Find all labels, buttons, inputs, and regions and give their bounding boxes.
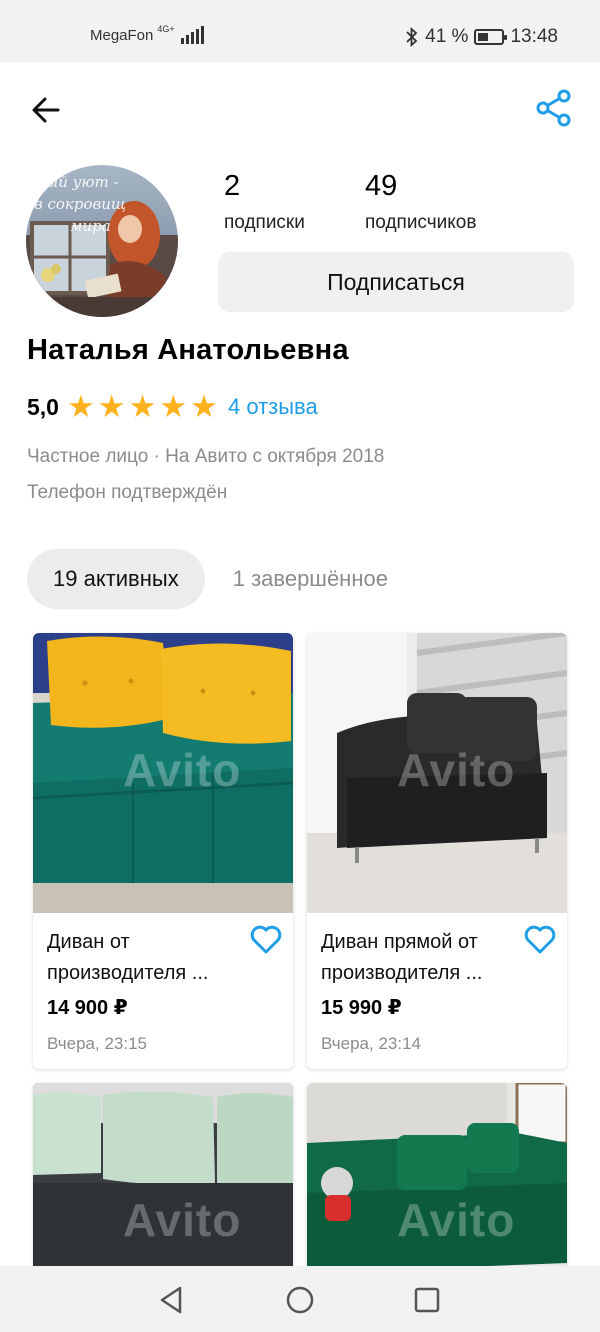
- system-status: 41 % 13:48: [405, 26, 558, 48]
- listing-photo: Avito: [307, 633, 567, 913]
- listing-info: Диван от производителя ... 14 900 ₽ Вчер…: [33, 913, 293, 1069]
- battery-icon: [474, 29, 508, 45]
- square-recents-icon: [414, 1287, 440, 1313]
- bluetooth-icon: [406, 27, 418, 47]
- share-button[interactable]: [534, 88, 574, 128]
- star-icon: ★: [66, 389, 95, 424]
- listing-card[interactable]: Avito Диван прямой от производителя ... …: [307, 633, 567, 1069]
- top-toolbar: [0, 62, 600, 156]
- favorite-button[interactable]: [523, 923, 557, 957]
- phone-verified: Телефон подтверждён: [27, 482, 228, 503]
- heart-icon: [524, 925, 556, 954]
- nav-recents-button[interactable]: [409, 1282, 445, 1318]
- watermark: Avito: [397, 744, 516, 796]
- back-button[interactable]: [26, 90, 66, 130]
- avatar-caption-line: ый уют -: [46, 173, 119, 191]
- carrier-info: MegaFon 4G+: [90, 23, 204, 44]
- subscribers-stat[interactable]: 49 подписчиков: [365, 170, 476, 234]
- rating-stars: ★ ★ ★ ★ ★: [67, 390, 218, 424]
- battery-percent: 41 %: [425, 26, 469, 47]
- status-bar: MegaFon 4G+ 41 % 13:48: [0, 0, 600, 62]
- listing-title: Диван прямой от производителя ...: [321, 931, 483, 984]
- listing-title: Диван от производителя ...: [47, 931, 209, 984]
- watermark: Avito: [397, 1194, 516, 1246]
- seller-meta: Частное лицо · На Авито с октября 2018: [27, 446, 385, 467]
- nav-back-button[interactable]: [154, 1282, 190, 1318]
- star-icon: ★: [159, 389, 188, 424]
- heart-icon: [250, 925, 282, 954]
- network-type: 4G+: [157, 23, 175, 34]
- subscriptions-stat[interactable]: 2 подписки: [224, 170, 305, 234]
- watermark: Avito: [123, 744, 242, 796]
- carrier-name: MegaFon: [90, 26, 154, 44]
- listing-photo: Avito: [33, 633, 293, 913]
- star-icon: ★: [190, 389, 218, 424]
- avatar-caption-line: мира: [70, 217, 111, 235]
- triangle-back-icon: [160, 1286, 182, 1314]
- subscribe-button[interactable]: Подписаться: [218, 252, 574, 312]
- listing-date: Вчера, 23:15: [47, 1034, 147, 1053]
- star-icon: ★: [97, 389, 126, 424]
- listing-price: 14 900 ₽: [47, 997, 128, 1019]
- rating-value: 5,0: [27, 393, 59, 420]
- clock: 13:48: [510, 26, 558, 47]
- reviews-link[interactable]: 4 отзыва: [228, 394, 318, 420]
- tab-completed-listings[interactable]: 1 завершённое: [233, 566, 388, 592]
- subscribers-label: подписчиков: [365, 212, 477, 233]
- favorite-button[interactable]: [249, 923, 283, 957]
- subscriptions-count: 2: [224, 170, 241, 202]
- star-icon: ★: [128, 389, 157, 424]
- nav-home-button[interactable]: [282, 1282, 318, 1318]
- watermark: Avito: [123, 1194, 242, 1246]
- listing-card[interactable]: Avito Диван от производителя ... 14 900 …: [33, 633, 293, 1069]
- tab-active-listings[interactable]: 19 активных: [27, 549, 205, 609]
- system-nav-bar: [0, 1266, 600, 1332]
- avatar-caption-line: в сокровищ: [34, 195, 126, 213]
- signal-icon: [180, 26, 204, 44]
- subscriptions-label: подписки: [224, 212, 305, 233]
- listing-info: Диван прямой от производителя ... 15 990…: [307, 913, 567, 1069]
- user-name: Наталья Анатольевна: [27, 334, 349, 366]
- share-icon: [536, 89, 571, 127]
- rating-row: 5,0 ★ ★ ★ ★ ★ 4 отзыва: [27, 390, 318, 424]
- listing-date: Вчера, 23:14: [321, 1034, 421, 1053]
- circle-home-icon: [286, 1286, 314, 1314]
- avatar[interactable]: ый уют - в сокровищ мира: [26, 165, 178, 317]
- listing-tabs: 19 активных 1 завершённое: [27, 549, 388, 609]
- listing-price: 15 990 ₽: [321, 997, 402, 1019]
- subscribers-count: 49: [365, 170, 398, 202]
- arrow-left-icon: [32, 97, 60, 123]
